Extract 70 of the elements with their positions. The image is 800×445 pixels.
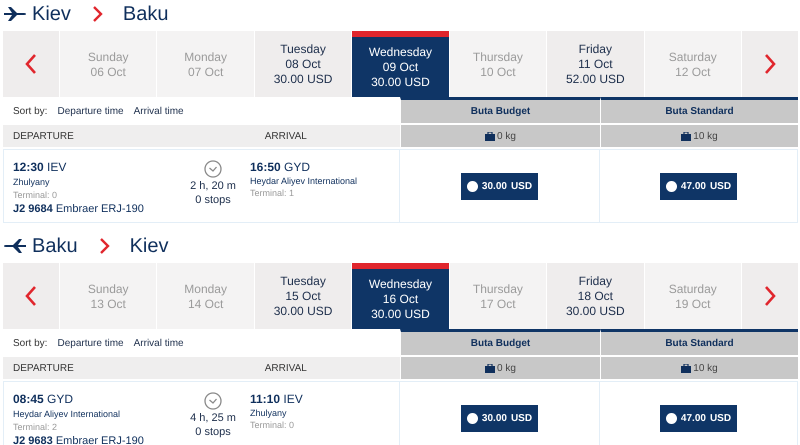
airport-name: Heydar Aliyev International [250,176,358,186]
column-header: ARRIVAL [264,362,307,374]
radio-icon [466,412,478,424]
date-tab[interactable]: Friday 11 Oct 52.00 USD [547,31,644,97]
next-button[interactable] [742,263,798,329]
date-tab[interactable]: Tuesday 15 Oct 30.00 USD [254,263,352,329]
chevron-right-icon [764,54,776,74]
departure-time: 08:45 GYD [13,392,74,406]
destination-city: Baku [122,2,168,26]
previous-button[interactable] [3,263,59,329]
terminal-label: Terminal: 2 [13,422,58,432]
duration-text: 4 h, 25 m [190,412,236,424]
arrival-time: 16:50 GYD [250,160,312,174]
fare-name: Buta Budget [401,332,600,355]
chevron-left-icon [25,286,37,306]
suitcase-icon [681,364,692,372]
column-header: DEPARTURE [13,362,74,374]
previous-button[interactable] [3,31,59,97]
terminal-label: Terminal: 0 [250,420,296,430]
sort-label: Sort by: [13,338,48,348]
chevron-icon [100,238,110,254]
arrival-time: 11:10 IEV [250,392,303,406]
terminal-label: Terminal: 1 [250,188,296,198]
origin-city: Baku [32,234,78,258]
sort-link[interactable]: Arrival time [134,338,184,348]
price-button[interactable]: 47.00 USD [660,404,738,432]
radio-icon [666,180,677,192]
origin-city: Kiev [32,2,71,26]
stops-text: 0 stops [195,194,231,206]
suitcase-icon [485,364,496,372]
baggage-weight: 10 kg [693,362,718,374]
price-button[interactable]: 47.00 USD [660,172,738,200]
next-button[interactable] [742,31,798,97]
column-header: ARRIVAL [264,130,307,142]
radio-icon [666,412,677,424]
fare-name: Buta Standard [601,332,798,355]
clock-icon [204,392,222,410]
airport-name: Heydar Aliyev International [13,409,122,419]
column-header: DEPARTURE [13,130,74,142]
sort-label: Sort by: [13,106,48,116]
radio-icon [466,180,478,192]
suitcase-icon [681,132,692,140]
date-tab[interactable]: Wednesday 16 Oct 30.00 USD [352,263,449,329]
airport-name: Zhulyany [250,408,288,418]
price-button[interactable]: 30.00 USD [460,172,538,200]
clock-icon [204,160,222,178]
sort-link[interactable]: Arrival time [134,106,184,116]
sort-link[interactable]: Departure time [57,106,124,116]
duration-text: 2 h, 20 m [190,180,236,192]
date-tab[interactable]: Tuesday 08 Oct 30.00 USD [254,31,352,97]
stops-text: 0 stops [195,426,231,438]
terminal-label: Terminal: 0 [13,190,58,200]
date-tab[interactable]: Wednesday 09 Oct 30.00 USD [352,31,449,97]
departure-time: 12:30 IEV [13,160,68,174]
destination-city: Kiev [130,234,168,258]
flight-number: J2 9684 Embraer ERJ-190 [13,203,145,215]
chevron-right-icon [764,286,776,306]
baggage-weight: 0 kg [497,362,516,374]
suitcase-icon [485,132,496,140]
airport-name: Zhulyany [13,177,51,187]
sort-link[interactable]: Departure time [57,338,124,348]
price-button[interactable]: 30.00 USD [460,404,538,432]
fare-name: Buta Budget [401,100,600,123]
fare-name: Buta Standard [601,100,798,123]
chevron-icon [92,6,103,22]
baggage-weight: 0 kg [497,130,516,142]
chevron-left-icon [25,54,37,74]
date-tab[interactable]: Friday 18 Oct 30.00 USD [547,263,644,329]
baggage-weight: 10 kg [693,130,718,142]
flight-number: J2 9683 Embraer ERJ-190 [13,435,145,445]
